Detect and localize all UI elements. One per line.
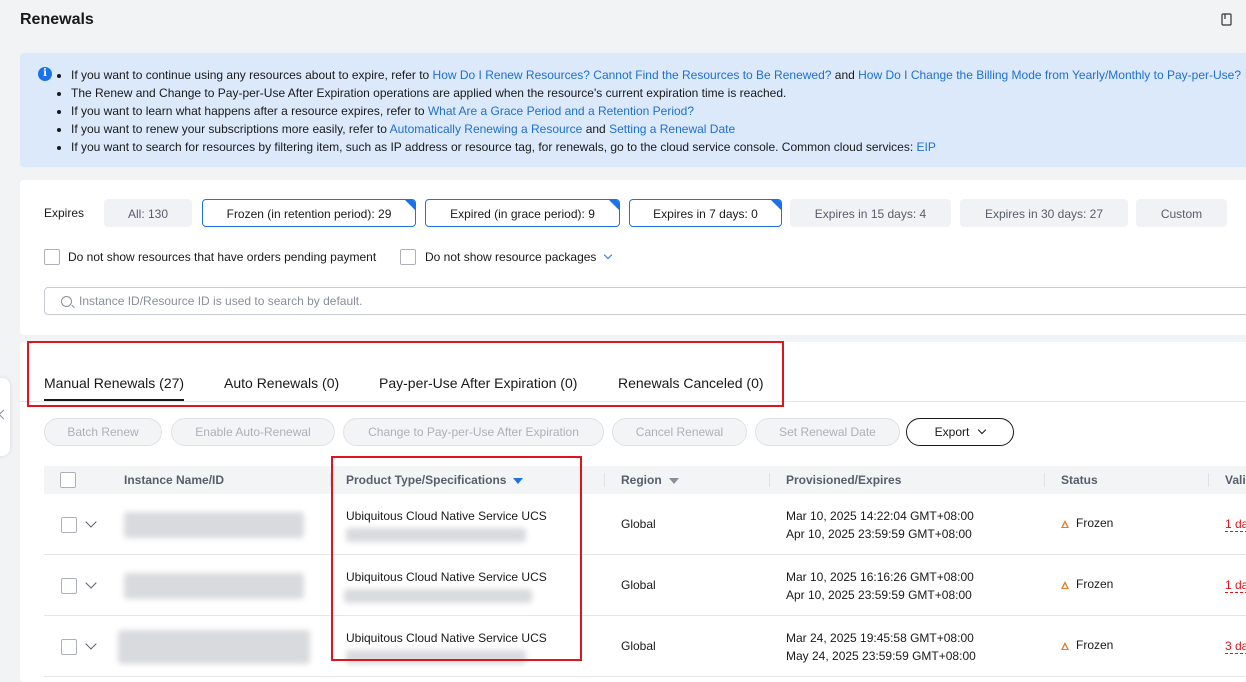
row-checkbox[interactable] bbox=[61, 639, 77, 655]
notice-text: If you want to renew your subscriptions … bbox=[71, 122, 390, 136]
chip-expired[interactable]: Expired (in grace period): 9 bbox=[425, 199, 620, 227]
enable-auto-renewal-button[interactable]: Enable Auto-Renewal bbox=[171, 418, 335, 446]
col-provisioned: Provisioned/Expires bbox=[786, 473, 902, 487]
book-icon[interactable] bbox=[1221, 13, 1233, 29]
export-button[interactable]: Export bbox=[906, 418, 1014, 446]
search-icon bbox=[61, 296, 72, 307]
row-checkbox[interactable] bbox=[61, 578, 77, 594]
chevron-down-icon[interactable] bbox=[604, 250, 613, 260]
col-status: Status bbox=[1061, 473, 1098, 487]
chip-15-days[interactable]: Expires in 15 days: 4 bbox=[790, 199, 951, 227]
provisioned-time: Mar 10, 2025 14:22:04 GMT+08:00 bbox=[786, 509, 974, 523]
table-row[interactable]: Ubiquitous Cloud Native Service UCS Glob… bbox=[44, 494, 1246, 555]
chip-frozen[interactable]: Frozen (in retention period): 29 bbox=[202, 199, 416, 227]
resource-packages-text: Do not show resource packages bbox=[425, 250, 597, 264]
col-region: Region bbox=[621, 466, 679, 494]
info-icon: i bbox=[38, 67, 52, 81]
table-header: Instance Name/ID Product Type/Specificat… bbox=[44, 466, 1246, 494]
notice-text: and bbox=[582, 122, 610, 136]
chip-30-days[interactable]: Expires in 30 days: 27 bbox=[960, 199, 1128, 227]
expand-chevron-icon[interactable] bbox=[85, 577, 97, 589]
notice-list: If you want to continue using any resour… bbox=[71, 66, 1241, 156]
set-renewal-date-button[interactable]: Set Renewal Date bbox=[755, 418, 900, 446]
notice-text: If you want to continue using any resour… bbox=[71, 68, 433, 82]
expand-chevron-icon[interactable] bbox=[85, 638, 97, 650]
page-title: Renewals bbox=[20, 11, 94, 28]
notice-text: The Renew and Change to Pay-per-Use Afte… bbox=[71, 86, 787, 100]
validity-link[interactable]: 3 da bbox=[1225, 639, 1246, 654]
chip-custom[interactable]: Custom bbox=[1136, 199, 1227, 227]
sidebar-collapse-handle[interactable] bbox=[0, 378, 10, 456]
notice-line: The Renew and Change to Pay-per-Use Afte… bbox=[71, 84, 1241, 102]
warning-icon bbox=[1061, 581, 1069, 589]
expires-time: Apr 10, 2025 23:59:59 GMT+08:00 bbox=[786, 588, 972, 602]
notice-link[interactable]: How Do I Renew Resources? Cannot Find th… bbox=[433, 68, 832, 82]
status-badge: Frozen bbox=[1061, 516, 1113, 530]
notice-line: If you want to continue using any resour… bbox=[71, 66, 1241, 84]
col-instance-name: Instance Name/ID bbox=[124, 473, 225, 487]
status-text: Frozen bbox=[1076, 516, 1114, 530]
pending-payment-label: Do not show resources that have orders p… bbox=[68, 250, 377, 264]
notice-link[interactable]: How Do I Change the Billing Mode from Ye… bbox=[858, 68, 1241, 82]
export-label: Export bbox=[934, 425, 970, 439]
expires-label: Expires bbox=[44, 206, 85, 220]
status-badge: Frozen bbox=[1061, 638, 1113, 652]
redacted-instance-name bbox=[124, 512, 304, 538]
batch-renew-button[interactable]: Batch Renew bbox=[44, 418, 162, 446]
col-validity: Vali bbox=[1225, 473, 1246, 487]
filter-icon[interactable] bbox=[668, 477, 679, 484]
notice-text: If you want to search for resources by f… bbox=[71, 140, 917, 154]
chip-all[interactable]: All: 130 bbox=[104, 199, 192, 227]
expires-time: Apr 10, 2025 23:59:59 GMT+08:00 bbox=[786, 527, 972, 541]
provisioned-time: Mar 24, 2025 19:45:58 GMT+08:00 bbox=[786, 631, 974, 645]
expires-time: May 24, 2025 23:59:59 GMT+08:00 bbox=[786, 649, 976, 663]
region: Global bbox=[621, 517, 656, 531]
highlight-box-product-column bbox=[331, 456, 582, 661]
validity-link[interactable]: 1 da bbox=[1225, 578, 1246, 593]
change-pay-per-use-button[interactable]: Change to Pay-per-Use After Expiration bbox=[343, 418, 604, 446]
search-input[interactable] bbox=[79, 288, 1179, 314]
region: Global bbox=[621, 639, 656, 653]
filter-card: Expires All: 130 Frozen (in retention pe… bbox=[20, 180, 1246, 335]
highlight-box-tabs bbox=[27, 341, 784, 407]
search-box[interactable] bbox=[44, 287, 1246, 315]
notice-text: and bbox=[831, 68, 859, 82]
col-divider bbox=[769, 473, 770, 487]
select-all-checkbox[interactable] bbox=[60, 472, 76, 488]
notice-link[interactable]: Setting a Renewal Date bbox=[609, 122, 735, 136]
notice-line: If you want to search for resources by f… bbox=[71, 138, 1241, 156]
col-divider bbox=[1044, 473, 1045, 487]
provisioned-time: Mar 10, 2025 16:16:26 GMT+08:00 bbox=[786, 570, 974, 584]
table-row[interactable]: Ubiquitous Cloud Native Service UCS Glob… bbox=[44, 555, 1246, 616]
chevron-down-icon bbox=[978, 425, 987, 435]
chevron-left-icon bbox=[0, 409, 9, 420]
col-divider bbox=[604, 473, 605, 487]
warning-icon bbox=[1061, 520, 1069, 528]
row-checkbox[interactable] bbox=[61, 517, 77, 533]
notice-link[interactable]: Automatically Renewing a Resource bbox=[390, 122, 583, 136]
status-text: Frozen bbox=[1076, 638, 1114, 652]
chip-7-days[interactable]: Expires in 7 days: 0 bbox=[629, 199, 782, 227]
col-divider bbox=[1208, 473, 1209, 487]
validity-link[interactable]: 1 da bbox=[1225, 517, 1246, 532]
region: Global bbox=[621, 578, 656, 592]
notice-text: If you want to learn what happens after … bbox=[71, 104, 428, 118]
notice-line: If you want to renew your subscriptions … bbox=[71, 120, 1241, 138]
status-text: Frozen bbox=[1076, 577, 1114, 591]
redacted-instance-name bbox=[118, 630, 310, 664]
notice-panel: i If you want to continue using any reso… bbox=[20, 53, 1246, 167]
notice-link[interactable]: What Are a Grace Period and a Retention … bbox=[428, 104, 694, 118]
notice-link[interactable]: EIP bbox=[917, 140, 936, 154]
cancel-renewal-button[interactable]: Cancel Renewal bbox=[612, 418, 747, 446]
resource-packages-checkbox[interactable] bbox=[400, 249, 416, 265]
col-region-label: Region bbox=[621, 473, 662, 487]
notice-line: If you want to learn what happens after … bbox=[71, 102, 1241, 120]
resource-packages-label[interactable]: Do not show resource packages bbox=[425, 250, 613, 264]
redacted-instance-name bbox=[124, 573, 304, 599]
pending-payment-checkbox[interactable] bbox=[44, 249, 60, 265]
warning-icon bbox=[1061, 642, 1069, 650]
table-row[interactable]: Ubiquitous Cloud Native Service UCS Glob… bbox=[44, 616, 1246, 677]
expand-chevron-icon[interactable] bbox=[85, 516, 97, 528]
status-badge: Frozen bbox=[1061, 577, 1113, 591]
